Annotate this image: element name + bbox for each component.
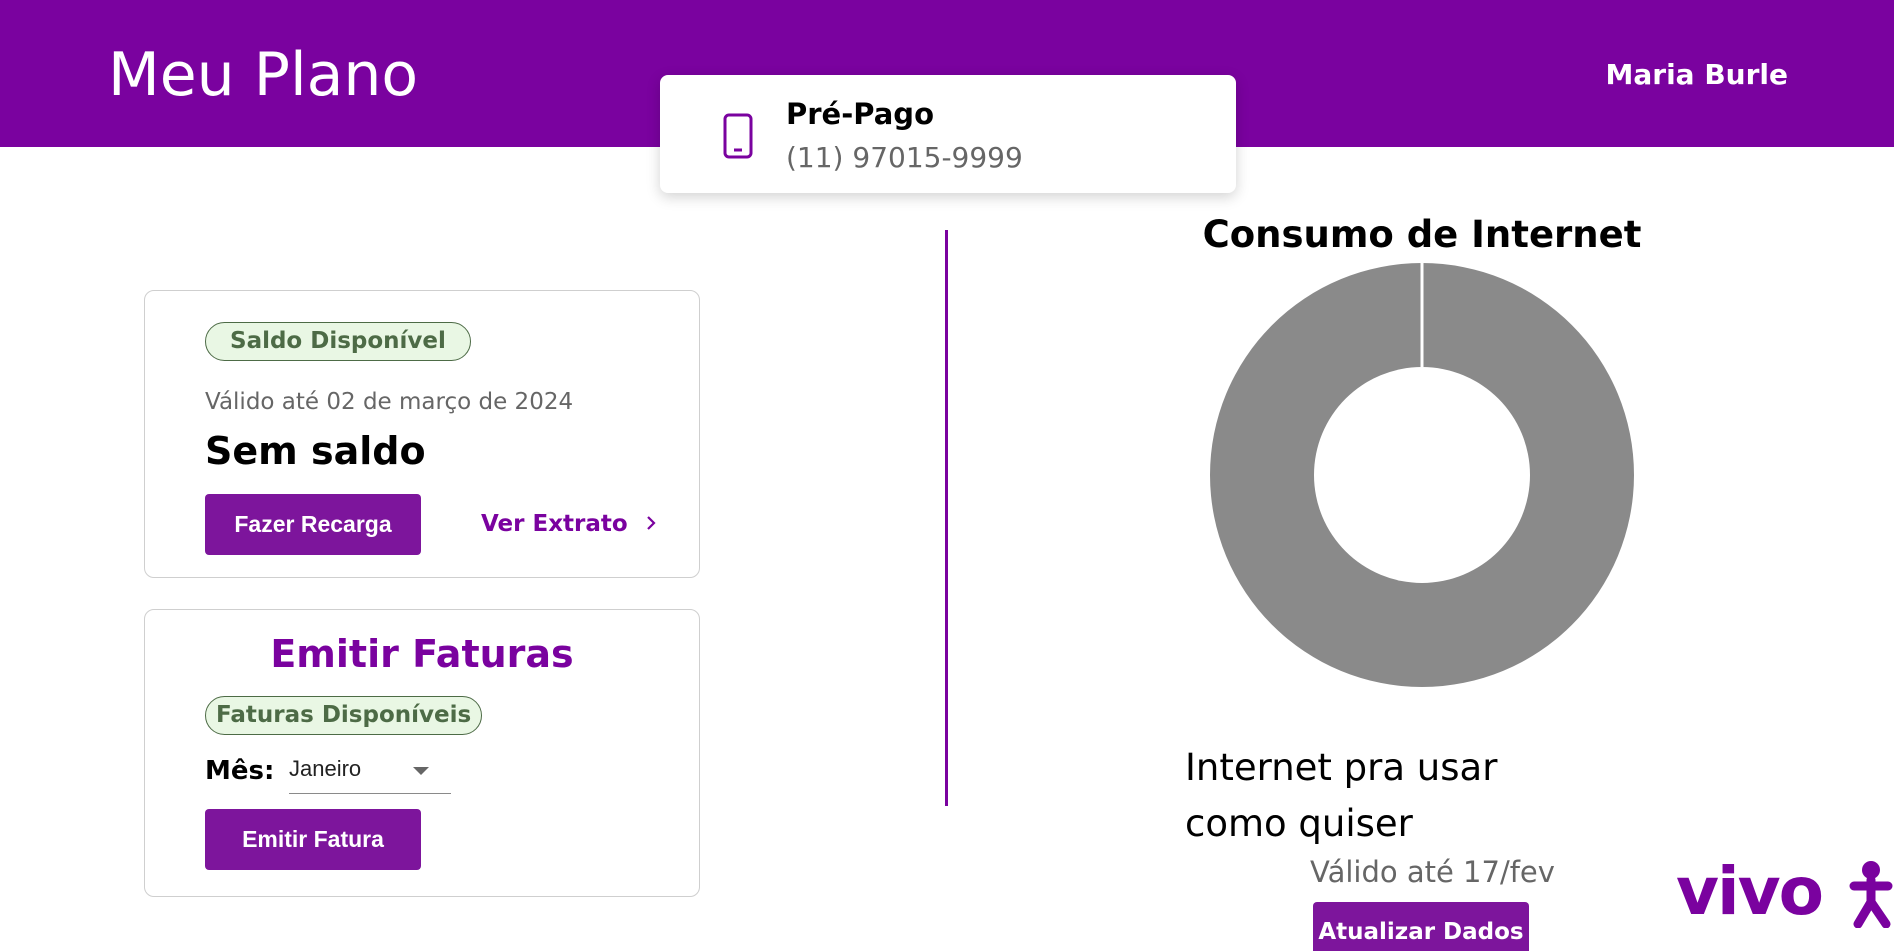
vivo-logo: vivo bbox=[1676, 856, 1893, 928]
extract-link-label: Ver Extrato bbox=[481, 511, 628, 537]
recharge-button[interactable]: Fazer Recarga bbox=[205, 494, 421, 555]
internet-donut-chart bbox=[1210, 263, 1634, 687]
saldo-badge: Saldo Disponível bbox=[205, 322, 471, 361]
emit-invoice-button[interactable]: Emitir Fatura bbox=[205, 809, 421, 870]
chart-title: Consumo de Internet bbox=[1202, 213, 1642, 256]
internet-valid-until: Válido até 17/fev bbox=[1310, 855, 1555, 889]
plan-type: Pré-Pago bbox=[786, 97, 934, 131]
month-label: Mês: bbox=[205, 756, 275, 786]
page-title: Meu Plano bbox=[108, 40, 419, 110]
smartphone-icon bbox=[723, 113, 753, 159]
faturas-badge: Faturas Disponíveis bbox=[205, 696, 483, 735]
update-data-button[interactable]: Atualizar Dados bbox=[1313, 902, 1529, 951]
plan-phone-number: (11) 97015-9999 bbox=[786, 141, 1023, 174]
internet-description: Internet pra usar como quiser bbox=[1185, 746, 1498, 845]
svg-text:vivo: vivo bbox=[1676, 856, 1822, 928]
dropdown-arrow-icon bbox=[413, 767, 429, 775]
user-name[interactable]: Maria Burle bbox=[1606, 58, 1788, 91]
plan-card: Pré-Pago (11) 97015-9999 bbox=[660, 75, 1236, 193]
month-selected-value: Janeiro bbox=[289, 756, 362, 781]
saldo-valid-until: Válido até 02 de março de 2024 bbox=[205, 389, 574, 415]
faturas-title: Emitir Faturas bbox=[270, 632, 574, 676]
saldo-card: Saldo Disponível Válido até 02 de março … bbox=[144, 290, 700, 578]
month-select[interactable]: Janeiro bbox=[289, 750, 451, 794]
faturas-card: Emitir Faturas Faturas Disponíveis Mês: … bbox=[144, 609, 700, 897]
vertical-divider bbox=[945, 230, 948, 806]
extract-link[interactable]: Ver Extrato bbox=[481, 511, 656, 537]
saldo-value: Sem saldo bbox=[205, 429, 426, 473]
chevron-right-icon bbox=[646, 516, 656, 530]
